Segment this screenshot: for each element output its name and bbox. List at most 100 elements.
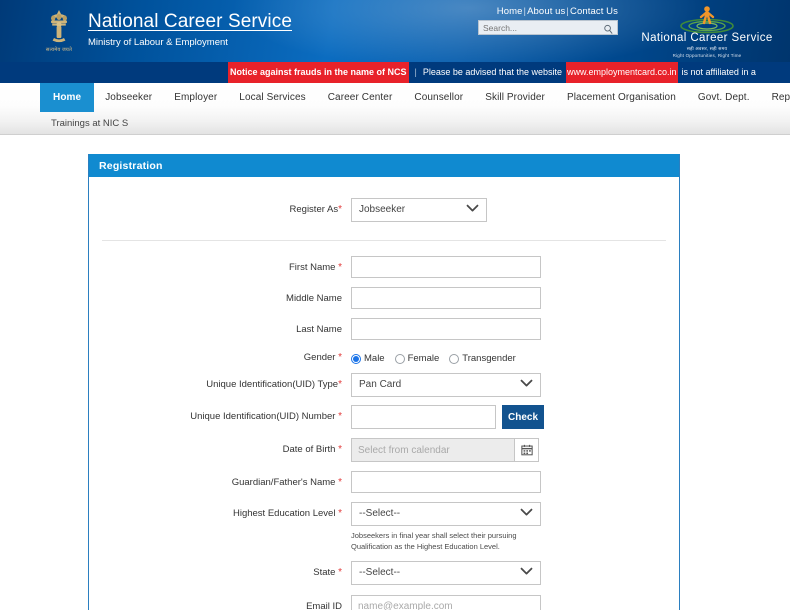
required-marker-first-name: * (338, 262, 342, 273)
state-select[interactable]: --Select-- (351, 561, 541, 585)
label-education-level: Highest Education Level * (89, 502, 351, 520)
required-marker-gender: * (338, 352, 342, 363)
top-nav-links: Home|About us|Contact Us (497, 6, 618, 17)
control-guardian-name (351, 471, 679, 493)
nav-item-employer[interactable]: Employer (163, 83, 228, 112)
label-first-name-text: First Name (289, 262, 336, 273)
radio-female-icon[interactable] (394, 353, 405, 364)
field-row-gender: Gender * Male Female Transgender (89, 340, 679, 364)
notice-marquee: Notice against frauds in the name of NCS… (228, 62, 756, 83)
page-title: Registration (99, 159, 163, 172)
last-name-input[interactable] (351, 318, 541, 340)
email-input[interactable] (351, 595, 541, 610)
check-uid-button[interactable]: Check (502, 405, 544, 429)
label-first-name: First Name * (89, 256, 351, 274)
ncs-logo: National Career Service सही अवसर, सही सम… (641, 4, 773, 58)
gender-option-transgender[interactable]: Transgender (449, 353, 516, 364)
label-gender-text: Gender (303, 352, 336, 363)
nav-item-jobseeker[interactable]: Jobseeker (94, 83, 163, 112)
calendar-icon[interactable] (514, 438, 539, 462)
search-input[interactable] (479, 21, 599, 34)
nav-secondary-row: Trainings at NIC S (40, 112, 139, 134)
magnifier-glyph (604, 24, 613, 34)
ashoka-emblem-icon (51, 10, 67, 43)
required-marker-uid-number: * (338, 411, 342, 422)
field-row-guardian-name: Guardian/Father's Name * (89, 462, 679, 493)
calendar-glyph (520, 444, 533, 456)
nav-item-local-services[interactable]: Local Services (228, 83, 316, 112)
panel-header: Registration (89, 154, 679, 177)
radio-transgender-icon[interactable] (449, 353, 460, 364)
search-icon[interactable] (603, 22, 614, 40)
register-as-select[interactable]: Jobseeker (351, 198, 487, 222)
search-box[interactable] (478, 20, 618, 35)
control-date-of-birth (351, 438, 679, 462)
field-row-middle-name: Middle Name (89, 278, 679, 309)
label-last-name: Last Name (296, 324, 342, 335)
notice-separator: | (414, 67, 417, 77)
education-level-hint: Jobseekers in final year shall select th… (351, 530, 581, 552)
required-marker-state: * (338, 567, 342, 578)
label-uid-number: Unique Identification(UID) Number * (89, 405, 351, 423)
date-of-birth-input[interactable] (351, 438, 514, 462)
middle-name-input[interactable] (351, 287, 541, 309)
label-uid-type-text: Unique Identification(UID) Type (206, 379, 339, 390)
field-row-uid-number: Unique Identification(UID) Number * Chec… (89, 397, 679, 429)
top-link-about-us[interactable]: About us (527, 6, 565, 17)
nav-item-counsellor[interactable]: Counsellor (403, 83, 474, 112)
label-state: State * (89, 561, 351, 579)
label-guardian-name-text: Guardian/Father's Name (231, 477, 336, 488)
site-subtitle: Ministry of Labour & Employment (88, 37, 228, 48)
label-gender: Gender * (89, 348, 351, 364)
notice-website-link[interactable]: www.employmentcard.co.in (565, 62, 678, 83)
guardian-name-input[interactable] (351, 471, 541, 493)
label-date-of-birth-text: Date of Birth (282, 444, 336, 455)
education-hint-line2: Qualification as the Highest Education L… (351, 542, 500, 551)
control-last-name (351, 318, 679, 340)
date-of-birth-group (351, 438, 679, 462)
required-marker-register-as: * (338, 204, 342, 215)
top-link-home[interactable]: Home (497, 6, 523, 17)
radio-male-icon[interactable] (351, 353, 361, 364)
education-level-select[interactable]: --Select-- (351, 502, 541, 526)
gender-option-female[interactable]: Female (394, 353, 439, 364)
nav-item-home[interactable]: Home (40, 83, 95, 112)
nav-item-placement-organisation[interactable]: Placement Organisation (556, 83, 687, 112)
field-row-first-name: First Name * (89, 241, 679, 278)
nav-item-govt-dept[interactable]: Govt. Dept. (687, 83, 761, 112)
first-name-input[interactable] (351, 256, 541, 278)
required-marker-dob: * (338, 444, 342, 455)
control-register-as: Jobseeker (351, 198, 679, 222)
field-row-date-of-birth: Date of Birth * (89, 429, 679, 462)
ncs-logo-title: National Career Service (641, 32, 773, 44)
notice-headline: Notice against frauds in the name of NCS (228, 62, 409, 83)
gender-option-male[interactable]: Male (351, 353, 385, 364)
state-select-wrap: --Select-- (351, 561, 541, 585)
control-middle-name (351, 287, 679, 309)
nav-item-trainings-at-nics[interactable]: Trainings at NIC S (40, 118, 139, 129)
site-header: सत्यमेव जयते National Career Service Min… (0, 0, 790, 62)
ncs-logo-hindi: सही अवसर, सही समय (686, 46, 728, 51)
field-row-last-name: Last Name (89, 309, 679, 340)
register-as-select-wrap: Jobseeker (351, 198, 487, 222)
control-education-level: --Select-- Jobseekers in final year shal… (351, 502, 679, 552)
control-state: --Select-- (351, 561, 679, 585)
emblem-caption: सत्यमेव जयते (45, 47, 73, 53)
ncs-logo-tagline: Right Opportunities, Right Time (672, 53, 742, 58)
site-title[interactable]: National Career Service (88, 11, 292, 33)
label-email: Email ID (306, 601, 342, 610)
nav-item-skill-provider[interactable]: Skill Provider (474, 83, 556, 112)
nav-item-reports-documents[interactable]: Reports & Documents (761, 83, 790, 112)
main-navigation: Home Jobseeker Employer Local Services C… (0, 83, 790, 135)
uid-number-input[interactable] (351, 405, 496, 429)
gender-radio-group: Male Female Transgender (351, 348, 679, 364)
field-row-email: Email ID (89, 585, 679, 610)
top-link-contact-us[interactable]: Contact Us (570, 6, 618, 17)
education-level-select-wrap: --Select-- (351, 502, 541, 526)
nav-item-career-center[interactable]: Career Center (317, 83, 404, 112)
label-education-level-text: Highest Education Level (232, 508, 336, 519)
label-register-as-text: Register As (289, 204, 339, 215)
field-row-state: State * --Select-- (89, 552, 679, 585)
control-first-name (351, 256, 679, 278)
uid-type-select[interactable]: Pan Card (351, 373, 541, 397)
